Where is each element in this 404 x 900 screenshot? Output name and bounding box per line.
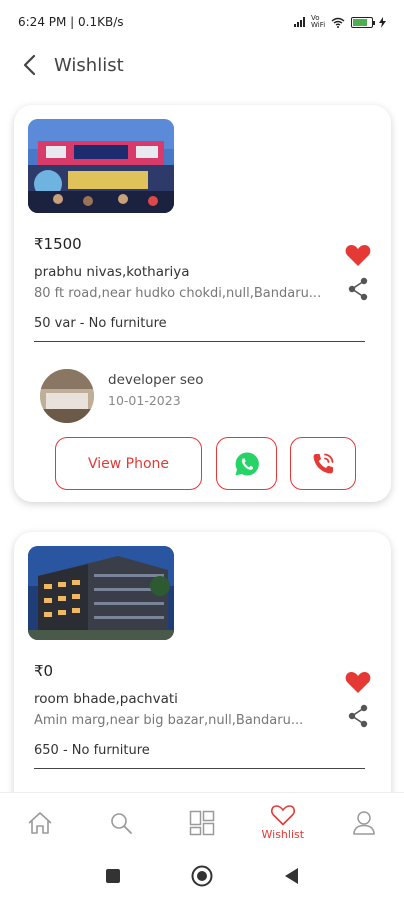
listing-image[interactable]: [28, 119, 174, 213]
listing-address: Amin marg,near big bazar,null,Bandaru...: [34, 713, 304, 728]
agent-name: developer seo: [108, 372, 204, 388]
listing-price: ₹0: [34, 662, 54, 680]
call-button[interactable]: [290, 437, 356, 490]
agent-date: 10-01-2023: [108, 393, 181, 408]
page-title: Wishlist: [54, 54, 124, 76]
listing-image[interactable]: [28, 546, 174, 640]
battery-icon: [351, 16, 375, 28]
grid-icon: [189, 810, 215, 835]
back-icon[interactable]: [283, 867, 299, 885]
nav-search[interactable]: [91, 811, 151, 835]
recents-icon[interactable]: [105, 868, 121, 884]
nav-grid[interactable]: [172, 810, 232, 836]
listing-specs: 50 var - No furniture: [34, 316, 167, 331]
search-icon: [111, 812, 133, 834]
divider: [34, 768, 365, 769]
listing-price: ₹1500: [34, 235, 82, 253]
nav-profile[interactable]: [334, 810, 394, 836]
listing-card[interactable]: ₹0 room bhade,pachvati Amin marg,near bi…: [14, 532, 391, 812]
share-icon[interactable]: [347, 277, 369, 301]
whatsapp-button[interactable]: [216, 437, 277, 490]
listing-card[interactable]: ₹1500 prabhu nivas,kothariya 80 ft road,…: [14, 105, 391, 502]
nav-wishlist[interactable]: Wishlist: [253, 804, 313, 841]
divider: [34, 341, 365, 342]
nav-home[interactable]: [10, 811, 70, 835]
nav-wishlist-label: Wishlist: [261, 828, 305, 841]
avatar: [40, 369, 94, 423]
bottom-nav: Wishlist: [0, 792, 404, 852]
vowifi-label: Vo WiFi: [311, 14, 326, 29]
heart-icon: [270, 805, 295, 826]
signal-icon: [294, 17, 305, 27]
status-time: 6:24 PM | 0.1KB/s: [18, 15, 124, 29]
whatsapp-icon: [235, 451, 259, 475]
listing-title: prabhu nivas,kothariya: [34, 264, 190, 280]
heart-icon[interactable]: [345, 670, 371, 694]
charging-icon: [379, 16, 386, 28]
phone-call-icon: [313, 453, 334, 473]
back-arrow-icon[interactable]: [18, 54, 40, 76]
share-icon[interactable]: [347, 704, 369, 728]
listing-title: room bhade,pachvati: [34, 691, 178, 707]
home-button-icon[interactable]: [191, 865, 213, 887]
listing-address: 80 ft road,near hudko chokdi,null,Bandar…: [34, 286, 322, 301]
listing-specs: 650 - No furniture: [34, 743, 150, 758]
app-header: Wishlist: [0, 44, 404, 86]
status-icons: Vo WiFi: [294, 15, 386, 29]
wifi-icon: [331, 17, 345, 28]
view-phone-button[interactable]: View Phone: [55, 437, 202, 490]
heart-icon[interactable]: [345, 243, 371, 267]
system-nav-bar: [0, 852, 404, 900]
profile-icon: [352, 810, 375, 835]
home-icon: [28, 811, 52, 834]
status-bar: 6:24 PM | 0.1KB/s Vo WiFi: [0, 0, 404, 44]
